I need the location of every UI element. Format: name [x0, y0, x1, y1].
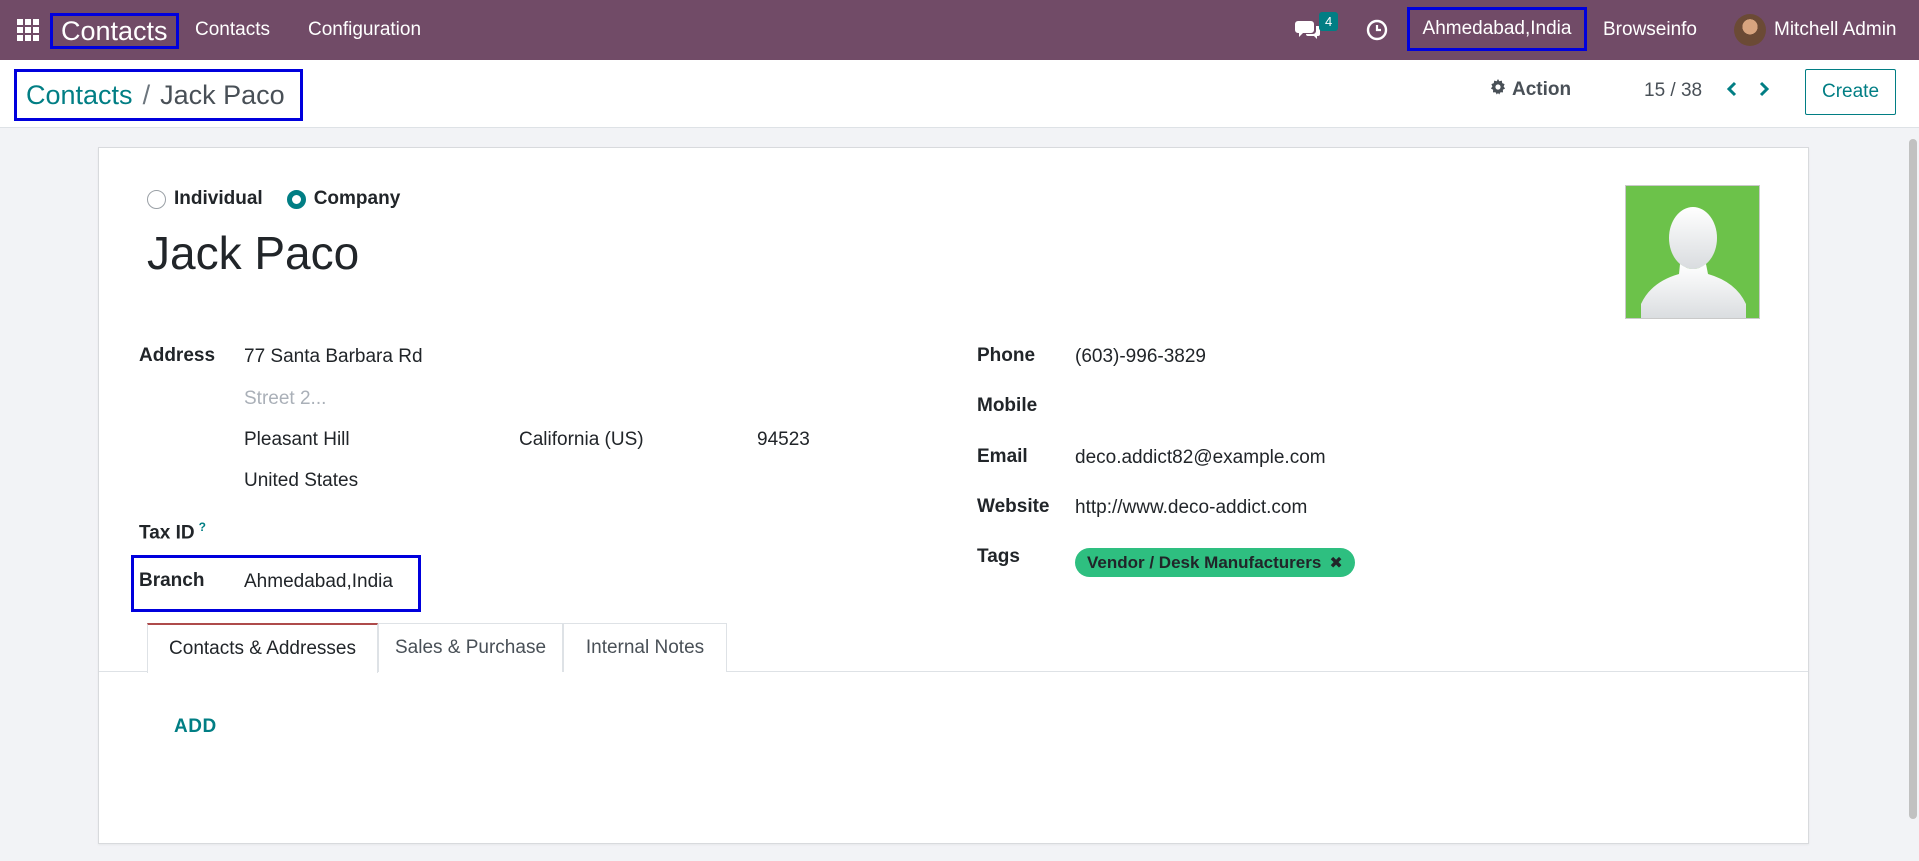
- email-field[interactable]: deco.addict82@example.com: [1075, 447, 1326, 469]
- mobile-field[interactable]: [1075, 396, 1475, 420]
- form-sheet: Individual Company Jack Paco Address 77 …: [98, 147, 1809, 844]
- tab-internal-notes[interactable]: Internal Notes: [563, 623, 727, 672]
- breadcrumb: Contacts / Jack Paco: [14, 69, 303, 121]
- branch-field[interactable]: Ahmedabad,India: [244, 571, 393, 593]
- tag-chip-label: Vendor / Desk Manufacturers: [1087, 552, 1322, 572]
- apps-grid-icon[interactable]: [16, 0, 40, 60]
- chat-badge: 4: [1319, 12, 1339, 31]
- address-label: Address: [139, 345, 216, 366]
- radio-company[interactable]: [286, 189, 306, 209]
- breadcrumb-separator: /: [142, 79, 151, 110]
- notebook-tabs: Contacts & Addresses Sales & Purchase In…: [99, 623, 1808, 673]
- help-tooltip-icon[interactable]: ?: [199, 520, 206, 534]
- tab-contacts-addresses[interactable]: Contacts & Addresses: [147, 623, 378, 673]
- company-type-selector: Individual Company: [147, 188, 416, 210]
- country-field[interactable]: United States: [244, 470, 358, 492]
- tax-id-field[interactable]: [244, 520, 544, 544]
- tag-chip[interactable]: Vendor / Desk Manufacturers ✖: [1075, 548, 1355, 577]
- chevron-right-icon: [1758, 81, 1770, 102]
- remove-tag-icon[interactable]: ✖: [1329, 553, 1342, 573]
- street2-field[interactable]: Street 2...: [244, 388, 326, 410]
- pager-previous-button[interactable]: [1720, 78, 1744, 104]
- scrollbar[interactable]: [1906, 129, 1919, 861]
- menu-item-configuration[interactable]: Configuration: [308, 0, 421, 60]
- branch-label: Branch: [139, 570, 205, 591]
- tab-sales-purchase[interactable]: Sales & Purchase: [378, 623, 563, 672]
- clock-icon[interactable]: [1366, 0, 1388, 60]
- breadcrumb-current: Jack Paco: [160, 79, 285, 110]
- zip-field[interactable]: 94523: [757, 429, 810, 451]
- user-menu[interactable]: Mitchell Admin: [1774, 0, 1897, 60]
- gear-icon: [1490, 79, 1506, 101]
- tax-id-label-text: Tax ID: [139, 522, 195, 544]
- scrollbar-thumb[interactable]: [1909, 139, 1917, 819]
- website-label: Website: [977, 496, 1050, 517]
- pager-next-button[interactable]: [1752, 78, 1776, 104]
- website-field[interactable]: http://www.deco-addict.com: [1075, 497, 1307, 519]
- pager-value[interactable]: 15 / 38: [1644, 80, 1702, 102]
- radio-company-label[interactable]: Company: [314, 188, 401, 210]
- city-field[interactable]: Pleasant Hill: [244, 429, 350, 451]
- menu-item-contacts[interactable]: Contacts: [195, 0, 270, 60]
- chevron-left-icon: [1726, 81, 1738, 102]
- breadcrumb-parent[interactable]: Contacts: [26, 80, 133, 111]
- email-label: Email: [977, 446, 1028, 467]
- street-field[interactable]: 77 Santa Barbara Rd: [244, 346, 423, 368]
- app-brand[interactable]: Contacts: [50, 13, 179, 49]
- top-navbar: Contacts Contacts Configuration 4 Ahmeda…: [0, 0, 1919, 60]
- action-button[interactable]: Action: [1490, 78, 1571, 102]
- state-field[interactable]: California (US): [519, 429, 644, 451]
- company-switcher[interactable]: Ahmedabad,India: [1407, 7, 1587, 51]
- phone-field[interactable]: (603)-996-3829: [1075, 346, 1206, 368]
- contact-avatar-image[interactable]: [1625, 185, 1760, 319]
- person-silhouette-icon: [1641, 207, 1746, 318]
- phone-label: Phone: [977, 345, 1036, 366]
- radio-individual[interactable]: [147, 189, 166, 209]
- record-name[interactable]: Jack Paco: [147, 226, 359, 280]
- control-panel: Contacts / Jack Paco: [0, 60, 1919, 128]
- create-button[interactable]: Create: [1805, 69, 1896, 115]
- tax-id-label: Tax ID?: [139, 520, 206, 544]
- add-contact-button[interactable]: ADD: [174, 716, 217, 738]
- mobile-label: Mobile: [977, 395, 1038, 416]
- chat-icon[interactable]: [1295, 0, 1321, 60]
- avatar[interactable]: [1734, 14, 1766, 46]
- tags-label: Tags: [977, 546, 1020, 567]
- radio-individual-label[interactable]: Individual: [174, 188, 263, 210]
- action-label: Action: [1512, 79, 1572, 100]
- company-name[interactable]: Browseinfo: [1603, 0, 1697, 60]
